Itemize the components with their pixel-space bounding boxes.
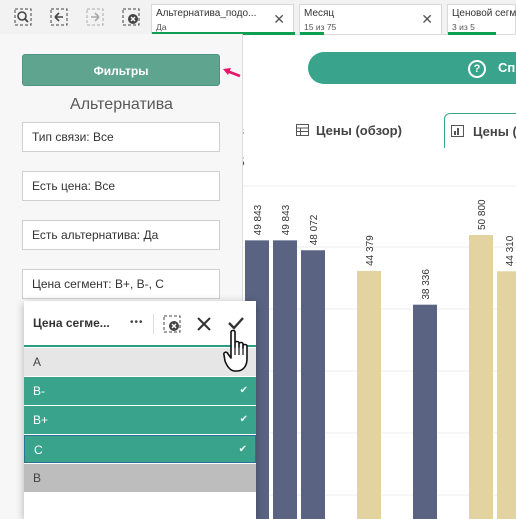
bar[interactable] xyxy=(469,235,493,519)
cancel-selection-icon[interactable] xyxy=(196,316,212,332)
selection-chip-alternative[interactable]: Альтернатива_подо... Да ✕ xyxy=(151,4,295,35)
list-item-b-minus[interactable]: B- ✔ xyxy=(24,377,256,405)
close-icon[interactable]: ✕ xyxy=(273,11,285,28)
step-forward-icon[interactable] xyxy=(86,8,104,26)
tab-prices-active[interactable]: Цены ( xyxy=(444,113,516,148)
bar-value-label: 49 843 xyxy=(253,204,264,235)
smart-search-icon[interactable] xyxy=(14,8,32,26)
filters-button[interactable]: Фильтры xyxy=(22,54,220,86)
check-icon: ✔ xyxy=(239,385,248,396)
bar-value-label: 49 843 xyxy=(281,204,292,235)
selection-chip-value: Да xyxy=(156,22,167,32)
selection-chip-month[interactable]: Месяц 15 из 75 ✕ xyxy=(299,4,442,35)
step-back-icon[interactable] xyxy=(50,8,68,26)
bar[interactable] xyxy=(273,240,297,519)
selection-chip-title: Альтернатива_подо... xyxy=(156,8,257,19)
price-segment-listbox: Цена сегме... ••• A B- ✔ B+ ✔ C ✔ B xyxy=(24,301,256,519)
selection-chip-title: Месяц xyxy=(304,8,335,19)
bar[interactable] xyxy=(497,271,516,519)
selection-chip-value: 15 из 75 xyxy=(304,22,337,32)
list-item-c[interactable]: C ✔ xyxy=(24,435,256,463)
bar-value-label: 44 310 xyxy=(505,235,516,266)
panel-title: Альтернатива xyxy=(70,96,173,113)
selection-bar xyxy=(300,32,324,35)
filter-connection-type[interactable]: Тип связи: Все xyxy=(22,122,220,152)
table-icon xyxy=(296,124,309,136)
bar-value-label: 50 800 xyxy=(477,199,488,230)
list-item-label: A xyxy=(33,355,42,369)
toolbar-divider xyxy=(153,314,154,334)
bar-value-label: 44 379 xyxy=(365,235,376,266)
check-icon: ✔ xyxy=(239,414,248,425)
selection-chip-value: 3 из 5 xyxy=(452,22,475,32)
list-item-label: B+ xyxy=(33,413,49,427)
list-item-a[interactable]: A xyxy=(24,348,256,376)
selection-bar xyxy=(448,32,496,35)
selection-chip-price-segment[interactable]: Ценовой сегм 3 из 5 xyxy=(447,4,516,35)
selections-bar: Альтернатива_подо... Да ✕ Месяц 15 из 75… xyxy=(0,0,516,35)
list-item-b[interactable]: B xyxy=(24,464,256,492)
listbox-title: Цена сегме... xyxy=(33,316,110,330)
check-icon: ✔ xyxy=(238,444,247,455)
more-options-icon[interactable]: ••• xyxy=(130,317,144,328)
tab-label: Цены (обзор) xyxy=(316,123,402,138)
clear-selection-icon[interactable] xyxy=(163,315,181,333)
list-item-b-plus[interactable]: B+ ✔ xyxy=(24,406,256,434)
bar-value-label: 48 072 xyxy=(309,214,320,245)
close-icon[interactable]: ✕ xyxy=(421,11,433,28)
pointer-arrow-icon xyxy=(223,68,241,78)
help-button[interactable]: ? Спр xyxy=(308,52,516,84)
bar-value-label: 38 336 xyxy=(421,269,432,300)
filter-has-alternative[interactable]: Есть альтернатива: Да xyxy=(22,220,220,250)
bar[interactable] xyxy=(413,304,437,519)
tab-partial[interactable]: в xyxy=(236,113,292,148)
clear-selections-icon[interactable] xyxy=(122,8,140,26)
bar-chart-icon xyxy=(451,125,464,137)
toolbar-underline xyxy=(24,345,256,347)
tab-prices-overview[interactable]: Цены (обзор) xyxy=(292,113,442,148)
help-icon: ? xyxy=(468,60,486,78)
list-item-label: B xyxy=(33,471,42,485)
filter-has-price[interactable]: Есть цена: Все xyxy=(22,171,220,201)
help-button-label: Спр xyxy=(498,60,516,75)
bar[interactable] xyxy=(301,250,325,519)
list-item-label: B- xyxy=(33,384,45,398)
list-item-label: C xyxy=(34,443,43,457)
selection-chip-title: Ценовой сегм xyxy=(452,8,516,19)
hand-cursor-icon xyxy=(223,329,248,372)
tab-label: Цены ( xyxy=(473,124,516,139)
bar[interactable] xyxy=(357,270,381,519)
filter-price-segment[interactable]: Цена сегмент: B+, B-, C xyxy=(22,269,220,299)
